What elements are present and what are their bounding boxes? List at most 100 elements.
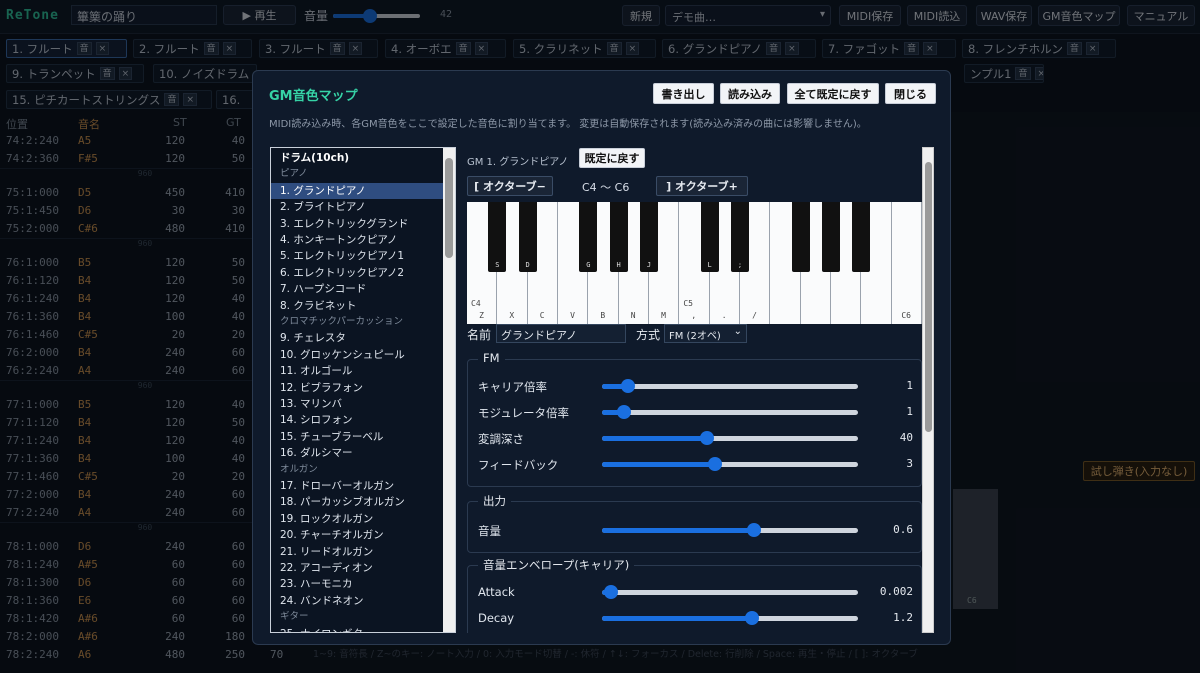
black-key[interactable]	[822, 202, 840, 272]
black-key[interactable]	[791, 202, 810, 272]
key-shortcut-label: D	[525, 261, 530, 269]
param-row: 音量 0.6	[468, 520, 923, 540]
gm-list-item[interactable]: 15. チューブラーベル	[271, 429, 444, 445]
param-value: 1	[906, 379, 913, 392]
black-key[interactable]	[852, 202, 871, 272]
fm-legend: FM	[478, 351, 505, 365]
gm-list-item[interactable]: 21. リードオルガン	[271, 544, 444, 560]
black-key[interactable]: D	[518, 202, 537, 272]
gm-list-item[interactable]: ドラム(10ch)	[271, 150, 444, 166]
key-shortcut-label: C6	[901, 311, 911, 320]
white-key[interactable]: C6	[891, 202, 922, 324]
param-value: 1.2	[893, 611, 913, 624]
param-slider[interactable]	[602, 379, 858, 393]
gm-list-item[interactable]: 22. アコーディオン	[271, 560, 444, 576]
gm-list-item[interactable]: 2. ブライトピアノ	[271, 199, 444, 215]
gm-list-item[interactable]: 18. パーカッシブオルガン	[271, 494, 444, 510]
instrument-name-input[interactable]: グランドピアノ	[496, 324, 626, 343]
key-shortcut-label: G	[586, 261, 591, 269]
list-scrollbar[interactable]	[443, 148, 455, 632]
gm-list-item[interactable]: 1. グランドピアノ	[271, 182, 444, 199]
param-slider[interactable]	[602, 611, 858, 625]
key-shortcut-label: X	[509, 311, 515, 320]
reset-default-button[interactable]: 既定に戻す	[579, 148, 645, 168]
param-label: Attack	[478, 585, 515, 599]
export-button[interactable]: 書き出し	[653, 83, 714, 104]
param-slider[interactable]	[602, 405, 858, 419]
key-shortcut-label: ;	[737, 261, 743, 269]
editor-scrollbar[interactable]	[922, 147, 934, 633]
octave-down-button[interactable]: [ オクターブ−	[467, 176, 553, 196]
gm-list-item[interactable]: 5. エレクトリックピアノ1	[271, 248, 444, 264]
fm-section: FM キャリア倍率 1 モジュレータ倍率 1 変調深さ 40 フィードバック 3	[467, 351, 923, 487]
gm-list-item[interactable]: 4. ホンキートンクピアノ	[271, 232, 444, 248]
key-shortcut-label: S	[495, 261, 500, 269]
gm-list-item[interactable]: 7. ハープシコード	[271, 281, 444, 297]
gm-list-item[interactable]: 24. バンドネオン	[271, 593, 444, 609]
octave-up-button[interactable]: ] オクターブ+	[656, 176, 748, 196]
black-key[interactable]: L	[700, 202, 719, 272]
output-legend: 出力	[478, 493, 511, 509]
param-value: 0.6	[893, 523, 913, 536]
type-label: 方式	[636, 328, 661, 342]
gm-list-item[interactable]: 14. シロフォン	[271, 412, 444, 428]
dialog-title: GM音色マップ	[269, 89, 358, 104]
param-slider[interactable]	[602, 431, 858, 445]
black-key[interactable]: H	[609, 202, 628, 272]
gm-list-item[interactable]: 3. エレクトリックグランド	[271, 216, 444, 232]
octave-label: C4	[471, 299, 481, 308]
output-section: 出力 音量 0.6	[467, 493, 923, 553]
gm-list-item[interactable]: 19. ロックオルガン	[271, 511, 444, 527]
param-row: Decay 1.2	[468, 608, 923, 628]
key-shortcut-label: J	[646, 261, 652, 269]
gm-map-dialog: GM音色マップ 書き出し 読み込み 全て既定に戻す 閉じる MIDI読み込み時、…	[252, 70, 951, 645]
gm-list-item[interactable]: 23. ハーモニカ	[271, 576, 444, 592]
key-shortcut-label: V	[570, 311, 575, 320]
gm-list-item[interactable]: 6. エレクトリックピアノ2	[271, 265, 444, 281]
envelope-legend: 音量エンベロープ(キャリア)	[478, 557, 635, 573]
param-label: 音量	[478, 524, 501, 538]
param-row: キャリア倍率 1	[468, 376, 923, 396]
gm-list-item[interactable]: 8. クラビネット	[271, 298, 444, 314]
key-shortcut-label: N	[630, 311, 636, 320]
param-slider[interactable]	[602, 457, 858, 471]
param-row: 変調深さ 40	[468, 428, 923, 448]
synth-type-value: FM (2オペ)	[669, 331, 721, 342]
import-button[interactable]: 読み込み	[720, 83, 780, 104]
gm-list-item[interactable]: 11. オルゴール	[271, 363, 444, 379]
gm-list-item[interactable]: 9. チェレスタ	[271, 330, 444, 346]
synth-type-select[interactable]: FM (2オペ) ⌄	[664, 324, 747, 343]
close-button[interactable]: 閉じる	[885, 83, 936, 104]
key-shortcut-label: H	[616, 261, 621, 269]
keyboard-range: C4 〜 C6	[582, 181, 630, 194]
black-key[interactable]: S	[488, 202, 507, 272]
param-value: 0.002	[879, 585, 913, 598]
piano-keyboard[interactable]: C4 Z X C V B N M C5,. / C6 S D G H J L;	[467, 202, 922, 324]
gm-list-item[interactable]: 12. ビブラフォン	[271, 380, 444, 396]
list-group-header: クロマチックパーカッション	[280, 316, 404, 327]
param-slider[interactable]	[602, 585, 858, 599]
gm-instrument-list[interactable]: ドラム(10ch) ピアノ 1. グランドピアノ 2. ブライトピアノ 3. エレクトリ…	[270, 147, 456, 633]
param-value: 40	[899, 431, 913, 444]
key-shortcut-label: /	[752, 311, 757, 320]
key-shortcut-label: B	[600, 311, 606, 320]
param-slider[interactable]	[602, 523, 858, 537]
gm-list-item[interactable]: 20. チャーチオルガン	[271, 527, 444, 543]
black-key[interactable]: G	[579, 202, 598, 272]
gm-list-item[interactable]: 13. マリンバ	[271, 396, 444, 412]
gm-list-item[interactable]: 10. グロッケンシュピール	[271, 347, 444, 363]
envelope-section: 音量エンベロープ(キャリア) Attack 0.002 Decay 1.2	[467, 557, 923, 633]
black-key[interactable]: ;	[731, 202, 749, 272]
list-group-header: ピアノ	[280, 168, 308, 180]
black-key[interactable]: J	[640, 202, 658, 272]
reset-all-button[interactable]: 全て既定に戻す	[787, 83, 879, 104]
param-label: 変調深さ	[478, 432, 524, 446]
key-shortcut-label: C	[539, 311, 545, 320]
param-value: 1	[906, 405, 913, 418]
gm-list-item[interactable]: 25. ナイロンギター	[271, 626, 444, 632]
key-shortcut-label: Z	[479, 311, 484, 320]
gm-list-item[interactable]: 16. ダルシマー	[271, 445, 444, 461]
gm-list-item[interactable]: 17. ドローバーオルガン	[271, 478, 444, 494]
chevron-down-icon: ⌄	[733, 326, 742, 337]
param-row: フィードバック 3	[468, 454, 923, 474]
